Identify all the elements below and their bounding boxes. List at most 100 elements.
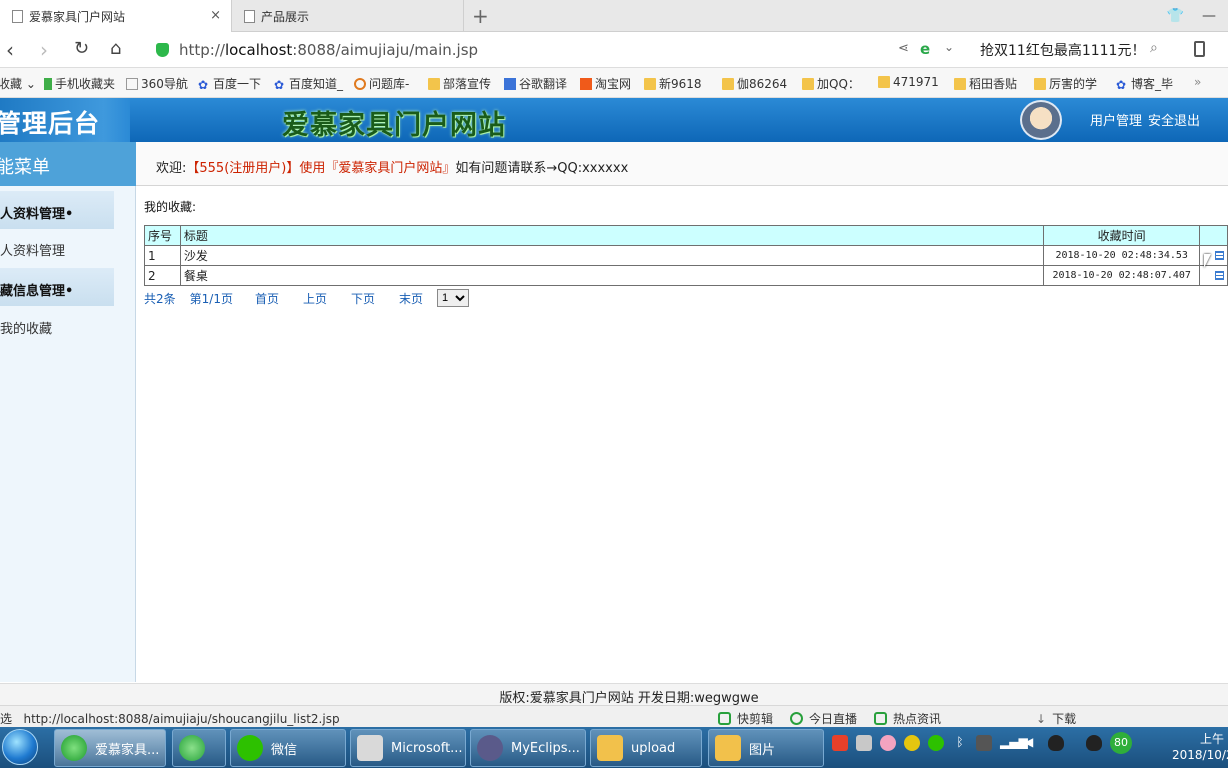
news-icon [874,712,887,725]
wechat-tray-icon[interactable] [928,735,944,751]
taskbar-security[interactable] [172,729,226,767]
group-label: 人资料管理• [0,207,74,222]
column-header-time: 收藏时间 [1043,225,1200,246]
bookmark-item[interactable]: 加QQ： [802,75,860,92]
start-button[interactable] [2,729,38,765]
tab-label: 产品展示 [261,9,310,24]
last-page-link[interactable]: 末页 [399,290,423,307]
window-controls: 👕 — [1167,0,1228,32]
page-select[interactable]: 1 [437,289,470,307]
taskbar-microsoft[interactable]: Microsoft... [350,729,466,767]
next-page-link[interactable]: 下页 [351,290,375,307]
download-button[interactable]: ↓ 下载 [1036,710,1076,727]
bookmark-item[interactable]: 手机收藏夹 [44,75,115,92]
bluetooth-icon[interactable]: ᛒ [952,735,968,751]
sogou-icon[interactable] [832,735,848,751]
taskbar-clock[interactable]: 上午 2018/10/2 [1168,731,1228,763]
qq-icon-2[interactable] [1086,735,1102,751]
welcome-user: 【555(注册用户)】使用『爱慕家具门户网站』 [186,161,456,176]
column-header-title: 标题 [179,225,1045,246]
user-management-link[interactable]: 用户管理 [1090,110,1142,129]
bookmark-item[interactable]: 360导航 [126,75,188,92]
back-icon[interactable]: ‹ [6,38,14,62]
flower-icon[interactable] [880,735,896,751]
home-icon[interactable]: ⌂ [110,38,121,59]
page-icon [244,9,255,23]
quick-cut-button[interactable]: 快剪辑 [718,710,773,727]
shirt-icon[interactable]: 👕 [1167,8,1184,24]
bookmark-item[interactable]: ✿ 百度一下 [198,75,261,92]
url-path: :8088/aimujiaju/main.jsp [292,41,479,59]
tab-products[interactable]: 产品展示 [232,0,464,32]
sidebar-heading: 能菜单 [0,142,136,186]
bookmark-item[interactable]: 谷歌翻译 [504,75,567,92]
search-icon[interactable]: ⌕ [1150,40,1158,56]
bookmark-label: 百度一下 [213,77,262,91]
more-bookmarks-button[interactable]: » [1194,75,1201,89]
close-tab-icon[interactable]: × [210,8,221,23]
signal-icon[interactable]: ▂▄▆ [1000,735,1028,751]
sidebar-group-profile[interactable]: 人资料管理• [0,191,114,229]
bookmark-favorites[interactable]: 收藏 ⌄ [0,75,36,92]
status-item-label: 下载 [1052,712,1077,726]
bookmark-item[interactable]: ✿ 百度知道_ [274,75,343,92]
clock-date: 2018/10/2 [1172,748,1228,762]
usb-icon[interactable] [976,735,992,751]
ie-icon[interactable]: e [920,40,930,58]
minimize-icon[interactable]: — [1202,8,1216,24]
first-page-link[interactable]: 首页 [255,290,279,307]
delete-icon[interactable] [1214,270,1224,280]
bookmark-label: 360导航 [141,77,188,91]
bookmark-item[interactable]: 新9618 [644,75,702,92]
chevron-down-icon[interactable]: ⌄ [944,40,954,54]
volume-icon[interactable]: ◀ [1024,735,1040,751]
bookmark-item[interactable]: 伽86264 [722,75,787,92]
taskbar-upload-folder[interactable]: upload [590,729,702,767]
header-links: 用户管理 安全退出 [1090,110,1200,129]
sidebar-item-profile[interactable]: 人资料管理 [0,240,65,259]
bookmark-item[interactable]: 471971 [878,75,939,89]
bookmark-item[interactable]: 稻田香贴 [954,75,1017,92]
new-tab-button[interactable]: + [472,4,489,28]
live-button[interactable]: 今日直播 [790,710,857,727]
tab-main[interactable]: 爱慕家具门户网站 × [0,0,232,32]
folder-icon [597,735,623,761]
logout-link[interactable]: 安全退出 [1148,110,1200,129]
bookmark-item[interactable]: ✿ 博客_毕 [1116,75,1173,92]
refresh-icon[interactable]: ↻ [74,38,89,59]
promo-text[interactable]: 抢双11红包最高1111元！ [980,40,1145,60]
tools-icon [357,735,383,761]
bookmark-item[interactable]: 厉害的学 [1034,75,1097,92]
bookmark-item[interactable]: 部落宣传 [428,75,491,92]
mobile-icon[interactable] [1194,41,1205,57]
sidebar-heading-label: 能菜单 [0,157,50,178]
sidebar-group-favorites[interactable]: 藏信息管理• [0,268,114,306]
prev-page-link[interactable]: 上页 [303,290,327,307]
cell-time: 2018-10-20 02:48:07.407 [1043,265,1200,286]
url-field[interactable]: http://localhost:8088/aimujiaju/main.jsp [156,38,956,62]
folder-icon [802,77,814,90]
taskbar-pictures-folder[interactable]: 图片 [708,729,824,767]
cell-action [1198,265,1228,286]
taskbar-wechat[interactable]: 微信 [230,729,346,767]
sidebar-item-my-favorites[interactable]: 我的收藏 [0,318,52,337]
share-icon[interactable]: ⋖ [898,41,909,56]
bookmark-item[interactable]: 淘宝网 [580,75,631,92]
taskbar-label: Microsoft... [391,740,463,756]
favorites-table: 序号 标题 收藏时间 1 沙发 2018-10-20 02:48:34.53 2… [144,225,1228,286]
bookmark-item[interactable]: 问题库- [354,75,409,92]
network-user-icon[interactable] [856,735,872,751]
forward-icon[interactable]: › [40,38,48,62]
taskbar-myeclipse[interactable]: MyEclips... [470,729,586,767]
admin-title: 管理后台 [0,109,101,138]
status-url: 选 http://localhost:8088/aimujiaju/shouca… [0,710,340,727]
download-icon: ↓ [1036,711,1047,726]
plus-icon[interactable] [904,735,920,751]
pagination: 共2条 第1/1页 首页 上页 下页 末页 1 [144,289,470,307]
news-button[interactable]: 热点资讯 [874,710,941,727]
bookmark-label: 问题库- [369,77,410,91]
battery-badge[interactable]: 80 [1110,732,1132,754]
taskbar-browser[interactable]: 爱慕家具... [54,729,166,767]
qq-icon[interactable] [1048,735,1064,751]
taskbar-label: upload [631,740,676,756]
